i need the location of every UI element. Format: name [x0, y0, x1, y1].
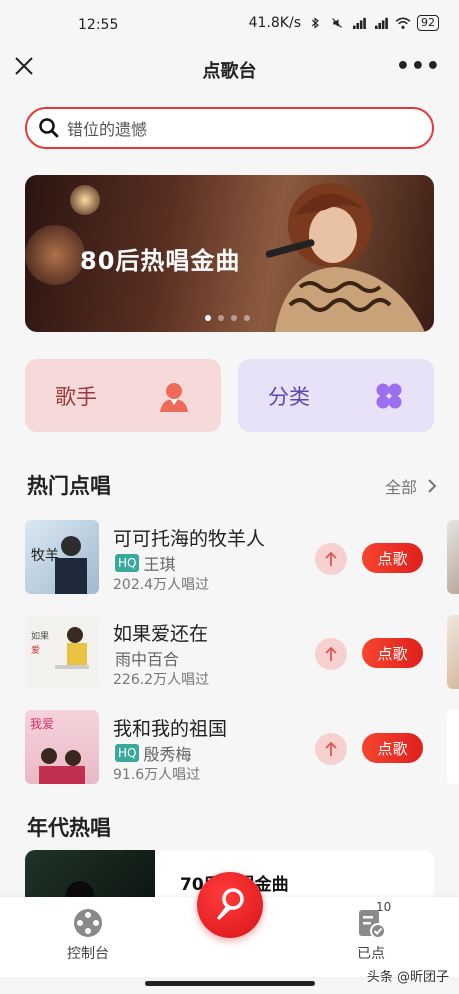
- hot-section-title: 热门点唱: [27, 474, 111, 498]
- carousel-dot[interactable]: [231, 315, 237, 321]
- play-count: 226.2万人唱过: [113, 672, 210, 688]
- priority-up-button[interactable]: [315, 638, 347, 670]
- network-speed: 41.8K/s: [248, 15, 301, 31]
- wifi-icon: [395, 17, 411, 29]
- song-row[interactable]: 如果爱 如果爱还在 雨中百合 226.2万人唱过 点歌: [25, 615, 445, 695]
- home-indicator: [145, 981, 315, 986]
- song-row[interactable]: 我爱 我和我的祖国 HQ 殷秀梅 91.6万人唱过 点歌: [25, 710, 445, 790]
- order-song-button[interactable]: 点歌: [362, 543, 423, 573]
- carousel-dot[interactable]: [218, 315, 224, 321]
- song-artist-line: HQ 殷秀梅: [115, 741, 191, 765]
- tab-console[interactable]: 控制台: [48, 907, 128, 963]
- song-artist-line: HQ 王琪: [115, 551, 175, 575]
- signal-icon: [353, 17, 366, 29]
- song-row[interactable]: 牧羊 可可托海的牧羊人 HQ 王琪 202.4万人唱过 点歌: [25, 520, 445, 600]
- tab-ordered-label: 已点: [357, 946, 385, 962]
- status-time: 12:55: [78, 17, 119, 33]
- carousel-dot[interactable]: [205, 315, 211, 321]
- see-all-link[interactable]: 全部: [385, 474, 437, 498]
- hq-badge: HQ: [115, 744, 140, 762]
- microphone-button[interactable]: [197, 872, 263, 938]
- hq-badge: HQ: [115, 554, 140, 572]
- priority-up-button[interactable]: [315, 543, 347, 575]
- tab-console-label: 控制台: [67, 946, 109, 962]
- arrow-up-icon: [325, 551, 337, 566]
- era-section-title: 年代热唱: [27, 816, 111, 840]
- ordered-count-badge: 10: [376, 900, 392, 914]
- signal-icon-2: [375, 17, 388, 29]
- category-label: 分类: [268, 384, 310, 409]
- song-artist-line: 雨中百合: [115, 646, 179, 670]
- play-count: 202.4万人唱过: [113, 577, 210, 593]
- tab-ordered[interactable]: 10 已点: [331, 900, 411, 963]
- stage-light: [25, 225, 85, 285]
- song-title: 如果爱还在: [113, 623, 209, 645]
- page-title: 点歌台: [202, 61, 257, 82]
- song-title: 我和我的祖国: [113, 718, 228, 740]
- side-peek-card[interactable]: [447, 710, 459, 784]
- mute-icon: [332, 18, 342, 28]
- song-artist: 雨中百合: [115, 650, 180, 669]
- song-artist: 殷秀梅: [143, 745, 192, 764]
- banner-carousel[interactable]: 80后热唱金曲: [25, 175, 434, 332]
- priority-up-button[interactable]: [315, 733, 347, 765]
- arrow-up-icon: [325, 741, 337, 756]
- see-all-label: 全部: [384, 478, 417, 497]
- singer-image: [265, 183, 425, 332]
- category-button[interactable]: 分类: [238, 359, 434, 432]
- search-placeholder: 错位的遗憾: [67, 120, 148, 139]
- search-input[interactable]: 错位的遗憾: [25, 107, 434, 149]
- gamepad-icon: [74, 909, 102, 937]
- search-icon: [39, 118, 59, 138]
- svg-text:如果: 如果: [31, 630, 49, 642]
- order-song-button[interactable]: 点歌: [362, 638, 423, 668]
- status-bar: 12:55 41.8K/s 92: [0, 0, 459, 50]
- status-right: 41.8K/s 92: [249, 15, 439, 31]
- carousel-dot[interactable]: [244, 315, 250, 321]
- song-artist: 王琪: [143, 555, 176, 574]
- microphone-icon: [217, 888, 244, 920]
- album-cover: 牧羊: [25, 520, 99, 594]
- order-song-button[interactable]: 点歌: [362, 733, 423, 763]
- more-menu-icon[interactable]: •••: [396, 54, 441, 79]
- singer-icon: [160, 382, 188, 412]
- side-peek-card[interactable]: [447, 615, 459, 689]
- side-peek-card[interactable]: [447, 520, 459, 594]
- clover-icon: [376, 383, 402, 408]
- stage-light: [70, 185, 100, 215]
- song-title: 可可托海的牧羊人: [113, 528, 266, 550]
- play-count: 91.6万人唱过: [113, 767, 201, 783]
- singer-category-button[interactable]: 歌手: [25, 359, 221, 432]
- battery-indicator: 92: [417, 15, 439, 31]
- banner-title: 80后热唱金曲: [80, 247, 241, 275]
- svg-text:我爱: 我爱: [30, 717, 54, 731]
- svg-text:爱: 爱: [31, 645, 40, 656]
- singer-label: 歌手: [55, 384, 97, 409]
- album-cover: 我爱: [25, 710, 99, 784]
- chevron-right-icon: [428, 479, 437, 493]
- carousel-dots: [205, 315, 250, 321]
- bluetooth-icon: [311, 17, 319, 29]
- watermark: 头条 @昕团子: [366, 970, 449, 985]
- arrow-up-icon: [325, 646, 337, 661]
- album-cover: 如果爱: [25, 615, 99, 689]
- svg-text:牧羊: 牧羊: [31, 548, 59, 564]
- nav-bar: 点歌台 •••: [0, 44, 459, 92]
